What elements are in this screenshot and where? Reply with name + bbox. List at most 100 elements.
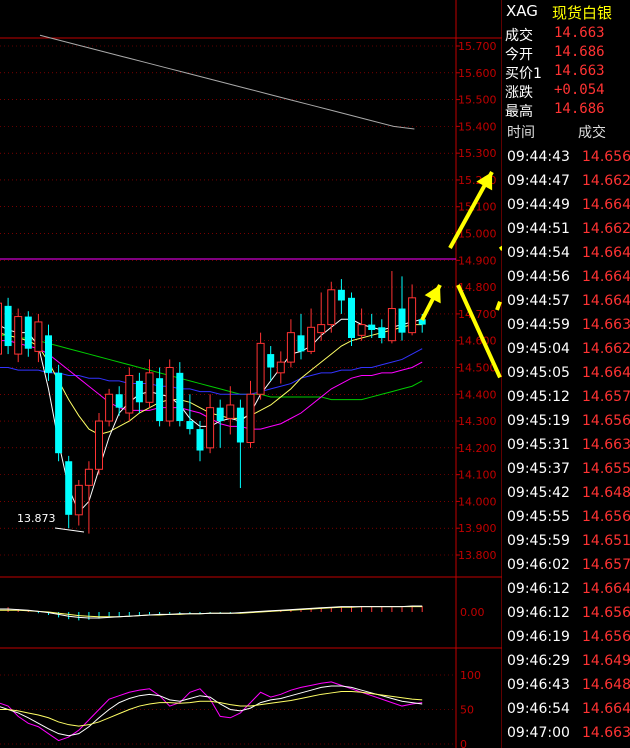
tick-row: 09:46:12 14.664 [502,578,630,602]
tick-price: 14.664 [582,701,630,717]
candle-body [398,308,406,333]
tick-price: 14.656 [582,413,630,429]
tick-price: 14.664 [582,365,630,381]
candle-body [156,378,164,422]
arrow-shaft [495,300,502,311]
tick-price: 14.656 [582,149,630,165]
tick-row: 09:45:59 14.651 [502,530,630,554]
kdj-line [0,681,423,742]
y-tick-label: 14.500 [458,361,497,374]
tick-price: 14.655 [582,461,630,477]
tick-row: 09:46:43 14.648 [502,674,630,698]
tick-price: 14.657 [582,557,630,573]
candle-body [206,407,215,449]
time-column-header: 时间 [507,125,535,141]
tick-price: 14.656 [582,509,630,525]
y-tick-label: 14.400 [458,388,497,401]
tick-time: 09:46:43 [507,677,570,693]
quote-label: 最高 [505,104,533,120]
tick-price: 14.664 [582,245,630,261]
tick-row: 09:45:37 14.655 [502,458,630,482]
quote-label: 成交 [505,28,533,44]
quote-row: 涨跌 +0.054 [502,81,630,101]
candle-body [115,394,123,408]
candle-body [65,461,73,515]
candle-body [267,354,275,368]
candle-body [125,375,134,414]
y-tick-label: 15.600 [458,67,497,80]
tick-time: 09:46:12 [507,605,570,621]
candle-body [95,420,103,470]
tick-price: 14.656 [582,629,630,645]
tick-time: 09:46:12 [507,581,570,597]
tick-time: 09:45:42 [507,485,570,501]
kdj-tick-label: 100 [460,669,481,682]
tick-time: 09:44:57 [507,293,570,309]
tick-row: 09:45:12 14.657 [502,386,630,410]
tick-time: 09:44:59 [507,317,570,333]
candle-body [216,407,224,422]
macd-line-white [0,605,423,619]
tick-time: 09:46:02 [507,557,570,573]
tick-time: 09:45:31 [507,437,570,453]
candle-body [165,366,174,422]
tick-time: 09:45:05 [507,365,570,381]
candle-body [327,289,336,326]
candle-body [307,326,316,352]
tick-time: 09:45:04 [507,341,570,357]
candle-body [0,302,2,355]
tick-time: 09:44:54 [507,245,570,261]
tick-row: 09:46:02 14.657 [502,554,630,578]
kdj-tick-label: 0 [460,738,467,748]
y-tick-label: 13.800 [458,549,497,562]
tick-price: 14.649 [582,653,630,669]
y-tick-label: 14.200 [458,442,497,455]
tick-time: 09:47:00 [507,725,570,741]
panel-header: XAG 现货白银 [502,0,630,24]
y-tick-label: 15.000 [458,228,497,241]
candle-body [408,297,417,334]
quote-value: 14.686 [554,44,605,60]
candle-body [246,393,255,443]
symbol-code: XAG [506,2,538,20]
tick-price: 14.648 [582,677,630,693]
candle-body [105,393,114,422]
tick-price: 14.656 [582,605,630,621]
candle-body [236,407,244,443]
tick-time: 09:44:49 [507,197,570,213]
tick-price: 14.663 [582,317,630,333]
quote-row: 买价1 14.663 [502,62,630,82]
candle-body [55,372,63,454]
candle-body [74,484,83,516]
y-tick-label: 14.800 [458,281,497,294]
candle-body [34,321,43,352]
y-tick-label: 15.400 [458,120,497,133]
quote-value: 14.663 [554,25,605,41]
y-tick-label: 14.700 [458,308,497,321]
tick-time: 09:45:37 [507,461,570,477]
tick-row: 09:45:05 14.664 [502,362,630,386]
candle-body [45,335,52,373]
candle-body [276,361,285,374]
tick-row: 09:45:55 14.656 [502,506,630,530]
tick-row: 09:44:47 14.662 [502,170,630,194]
chart-area: 15.70015.60015.50015.40015.30015.20015.1… [0,0,502,748]
ma-blue-line [0,348,423,395]
candle-body [135,380,143,403]
y-tick-label: 15.500 [458,94,497,107]
candle-body [145,372,154,403]
candle-body [357,324,366,336]
candle-body [387,308,396,342]
tick-row: 09:47:00 14.663 [502,722,630,746]
tick-price: 14.663 [582,437,630,453]
upper-trend-line [39,34,415,130]
candle-body [256,342,265,395]
quote-label: 买价1 [505,66,542,82]
quote-label: 今开 [505,47,533,63]
candle-body [348,297,355,339]
tick-row: 09:44:54 14.664 [502,242,630,266]
tick-row: 09:46:19 14.656 [502,626,630,650]
quote-row: 最高 14.686 [502,100,630,120]
kdj-line [0,685,423,737]
tick-row: 09:44:43 14.656 [502,146,630,170]
